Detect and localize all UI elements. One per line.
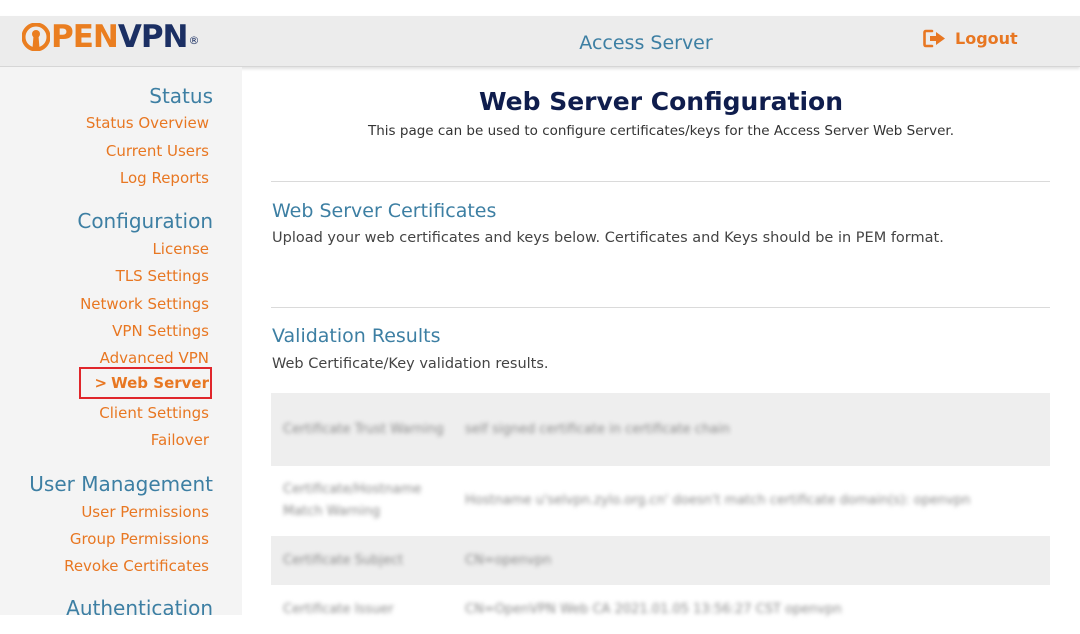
- result-value: self signed certificate in certificate c…: [465, 421, 730, 437]
- sidebar-item-advanced-vpn[interactable]: Advanced VPN: [100, 348, 209, 368]
- validation-section-title: Validation Results: [272, 325, 441, 347]
- sidebar-item-network-settings[interactable]: Network Settings: [80, 294, 209, 314]
- top-strip: [0, 0, 1080, 16]
- validation-section-description: Web Certificate/Key validation results.: [272, 356, 549, 372]
- result-label: Certificate Issuer: [283, 601, 394, 617]
- table-row: Certificate Subject CN=openvpn: [271, 536, 1050, 585]
- result-value: CN=OpenVPN Web CA 2021.01.05 13:56:27 CS…: [465, 601, 842, 617]
- table-row: Certificate/Hostname Match Warning Hostn…: [271, 466, 1050, 536]
- result-label: Certificate Subject: [283, 552, 404, 568]
- logout-button[interactable]: Logout: [923, 26, 1018, 50]
- divider: [271, 181, 1050, 182]
- divider: [271, 307, 1050, 308]
- logout-label: Logout: [955, 28, 1018, 48]
- registered-mark: ®: [188, 34, 200, 47]
- sidebar-item-status-overview[interactable]: Status Overview: [86, 113, 209, 133]
- logo-vpn-text: VPN: [117, 19, 189, 55]
- sidebar-item-group-permissions[interactable]: Group Permissions: [70, 529, 209, 549]
- table-row: Certificate Issuer CN=OpenVPN Web CA 202…: [271, 585, 1050, 634]
- sidebar-section-user-management: User Management: [29, 472, 213, 496]
- result-value: Hostname u'selvpn.zylo.org.cn' doesn't m…: [465, 493, 971, 508]
- sidebar-item-revoke-certificates[interactable]: Revoke Certificates: [64, 556, 209, 576]
- openvpn-logo[interactable]: PENVPN®: [22, 19, 200, 55]
- sidebar-item-web-server[interactable]: > Web Server: [78, 367, 212, 399]
- sidebar-item-license[interactable]: License: [152, 239, 209, 259]
- result-value: CN=openvpn: [465, 552, 552, 568]
- sidebar-item-label: Web Server: [111, 374, 209, 392]
- logo-wordmark: PENVPN®: [51, 19, 200, 55]
- sign-out-icon: [923, 29, 945, 47]
- sidebar-section-status: Status: [149, 84, 213, 108]
- page-title: Web Server Configuration: [478, 87, 844, 116]
- chevron-right-icon: >: [94, 374, 108, 392]
- sidebar-item-vpn-settings[interactable]: VPN Settings: [112, 321, 209, 341]
- app-title: Access Server: [579, 32, 713, 54]
- result-label: Certificate/Hostname Match Warning: [283, 482, 422, 519]
- openvpn-keyhole-icon: [22, 23, 50, 51]
- sidebar-item-tls-settings[interactable]: TLS Settings: [116, 266, 209, 286]
- table-row: Certificate Trust Warning self signed ce…: [271, 393, 1050, 466]
- result-label: Certificate Trust Warning: [283, 421, 444, 437]
- sidebar-section-configuration: Configuration: [77, 209, 213, 233]
- certificates-section-title: Web Server Certificates: [272, 200, 497, 222]
- page-description: This page can be used to configure certi…: [368, 123, 954, 139]
- sidebar-item-current-users[interactable]: Current Users: [106, 141, 209, 161]
- sidebar: Status Status Overview Current Users Log…: [0, 67, 242, 615]
- certificates-section-description: Upload your web certificates and keys be…: [272, 230, 944, 246]
- sidebar-item-failover[interactable]: Failover: [151, 430, 209, 450]
- validation-results-table: Certificate Trust Warning self signed ce…: [271, 393, 1050, 634]
- sidebar-item-user-permissions[interactable]: User Permissions: [81, 502, 209, 522]
- sidebar-section-authentication: Authentication: [66, 596, 213, 615]
- sidebar-item-log-reports[interactable]: Log Reports: [120, 168, 209, 188]
- sidebar-item-client-settings[interactable]: Client Settings: [99, 403, 209, 423]
- main-content: Web Server Configuration This page can b…: [242, 67, 1080, 617]
- logo-pen-text: PEN: [51, 19, 119, 55]
